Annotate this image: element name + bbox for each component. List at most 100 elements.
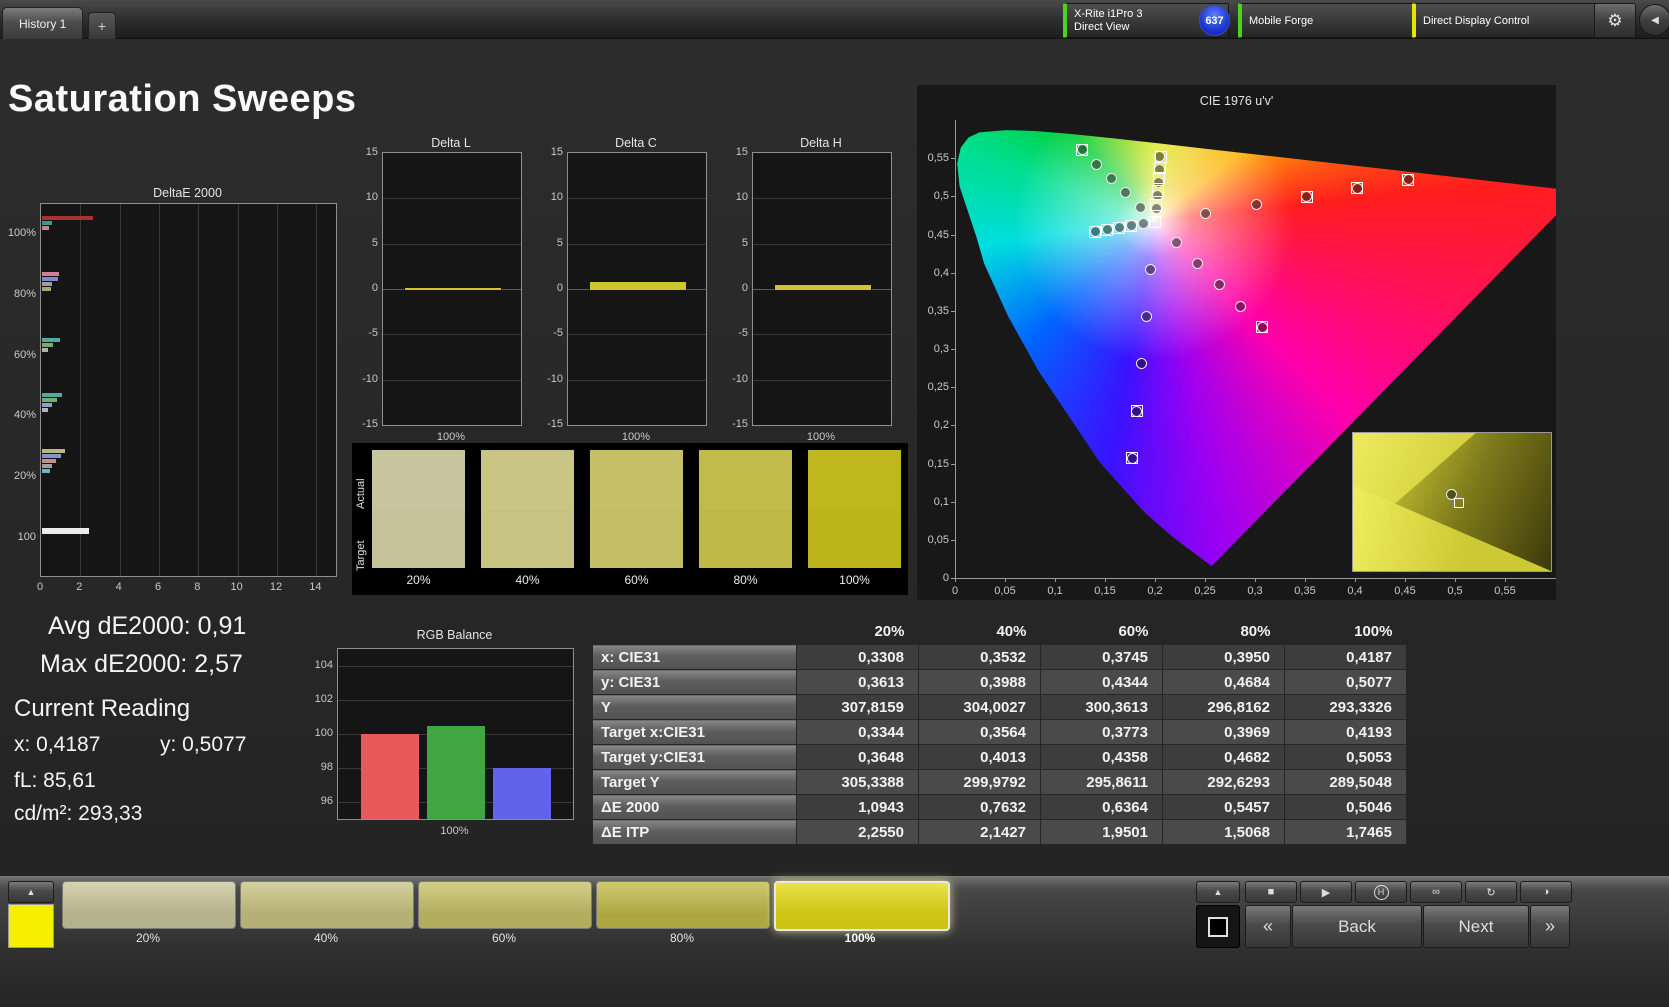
rgb-bar (427, 725, 485, 819)
deltae-bar (42, 286, 51, 291)
table-cell: 0,4684 (1162, 669, 1285, 695)
deltae-bar (42, 449, 65, 454)
table-cell: 2,1427 (918, 819, 1041, 845)
next-button[interactable]: Next (1423, 905, 1529, 948)
swatch-actual (699, 450, 792, 509)
display-toggle-button[interactable]: ◑ (1520, 881, 1572, 903)
axis-tick (951, 387, 955, 389)
axis-tick (1255, 578, 1256, 582)
deltae2000-chart-title: DeltaE 2000 (153, 186, 222, 200)
x-axis-tick-label: 0,25 (1194, 585, 1216, 597)
deltae-bar (42, 408, 49, 413)
y-axis-tick-label: 0,05 (927, 533, 949, 546)
table-row-label: Y (592, 694, 797, 720)
x-axis-label: 100% (436, 431, 466, 443)
current-pattern-swatch[interactable] (8, 904, 54, 948)
cie-measured-point (1091, 158, 1103, 170)
continuous-measure-button[interactable]: ∞ (1410, 881, 1462, 903)
table-cell: 299,9792 (918, 769, 1041, 795)
table-row: Target y:CIE31 0,3648 0,4013 0,4358 0,4682 0,… (592, 744, 1407, 770)
settings-button[interactable]: ⚙ (1594, 3, 1636, 38)
x-axis-tick-label: 0,2 (1147, 585, 1163, 597)
play-button[interactable]: ▶ (1300, 881, 1352, 903)
back-label: Back (1338, 916, 1376, 936)
refresh-button[interactable]: ↻ (1465, 881, 1517, 903)
rgb-balance-chart-title: RGB Balance (416, 628, 493, 642)
x-axis-tick-label: 0 (951, 585, 959, 597)
y-axis-tick-label: 5 (741, 236, 748, 249)
source-dropdown[interactable]: Mobile Forge ▼ (1238, 3, 1436, 38)
meter-count-badge: 637 (1199, 5, 1230, 36)
pattern-level-button[interactable] (240, 881, 414, 929)
table-cell: 0,5053 (1284, 744, 1407, 770)
y-axis-tick-label: 104 (314, 659, 333, 671)
deltae-bar (42, 271, 60, 276)
table-cell: 289,5048 (1284, 769, 1407, 795)
y-axis-tick-label: 10 (365, 191, 378, 204)
back-button[interactable]: Back (1292, 905, 1422, 948)
table-column-header: 40% (996, 622, 1027, 640)
stop-button[interactable]: ■ (1245, 881, 1297, 903)
swatch-target (699, 509, 792, 568)
pattern-level-button[interactable] (596, 881, 770, 929)
collapse-panel-button[interactable]: ◀ (1639, 4, 1669, 36)
current-x-reading: x: 0,4187 (14, 733, 101, 756)
previous-chevrons-button[interactable]: « (1245, 905, 1291, 948)
y-axis-tick-label: 98 (320, 761, 333, 773)
pattern-level-button[interactable] (62, 881, 236, 929)
tab-history-1[interactable]: History 1 (2, 7, 84, 39)
table-cell: 300,3613 (1040, 694, 1163, 720)
swatch-target (590, 509, 683, 568)
y-axis-tick-label: -15 (547, 418, 563, 430)
cie-target-point (1351, 182, 1364, 195)
display-control-dropdown[interactable]: Direct Display Control ▼ (1412, 3, 1624, 38)
pattern-up-button-right[interactable]: ▲ (1196, 881, 1240, 903)
axis-tick (1305, 578, 1306, 582)
pattern-level-button[interactable] (418, 881, 592, 929)
table-cell: 0,4682 (1162, 744, 1285, 770)
y-axis-tick-label: 0 (371, 282, 378, 294)
delta-h-chart-title: Delta H (800, 136, 842, 150)
deltae-bar (42, 347, 49, 352)
x-axis-tick-label: 0,4 (1347, 585, 1363, 597)
table-row: Y 307,8159 304,0027 300,3613 296,8162 293,332… (592, 694, 1407, 720)
measurement-table: 20% 40% 60% 80% 100% x: CIE31 0,3308 0,3532 0,37… (592, 618, 1407, 845)
gridline (753, 379, 891, 381)
axis-tick (951, 539, 955, 541)
table-cell: 0,4013 (918, 744, 1041, 770)
y-axis-tick-label: -10 (547, 372, 563, 385)
deltae-bar (42, 342, 54, 347)
pattern-window-button[interactable] (1196, 905, 1240, 948)
table-row-label: Target Y (592, 769, 797, 795)
table-cell: 1,0943 (796, 794, 919, 820)
table-cell: 1,7465 (1284, 819, 1407, 845)
pattern-up-button[interactable]: ▲ (8, 881, 54, 903)
rgb-bar (361, 734, 419, 819)
y-axis-tick-label: 80% (13, 287, 36, 300)
deltae-bar (42, 393, 63, 398)
table-cell: 296,8162 (1162, 694, 1285, 720)
y-axis-tick-label: -5 (738, 327, 748, 340)
table-cell: 0,3564 (918, 719, 1041, 745)
current-reading-heading: Current Reading (14, 695, 191, 722)
cie-chart-title: CIE 1976 u'v' (1199, 94, 1274, 108)
pattern-level-button[interactable] (774, 881, 950, 931)
x-axis-tick-label: 0 (36, 581, 44, 593)
hold-button[interactable]: H (1355, 881, 1407, 903)
pattern-level-label: 20% (135, 931, 161, 945)
pattern-square-icon (1208, 916, 1228, 937)
page-title: Saturation Sweeps (8, 78, 357, 120)
gridline (198, 204, 200, 576)
y-axis-tick-label: 15 (735, 146, 748, 158)
y-axis-tick-label: 100 (17, 531, 36, 543)
gridline (568, 334, 706, 336)
add-tab-button[interactable]: + (88, 12, 116, 39)
swatch-actual (372, 450, 465, 509)
y-axis-tick-label: 0 (741, 282, 748, 294)
swatch-step-label: 20% (406, 573, 431, 587)
table-cell: 0,5046 (1284, 794, 1407, 820)
axis-tick (1455, 578, 1456, 582)
table-cell: 0,3532 (918, 644, 1041, 670)
table-cell: 0,3745 (1040, 644, 1163, 670)
next-chevrons-button[interactable]: » (1530, 905, 1570, 948)
